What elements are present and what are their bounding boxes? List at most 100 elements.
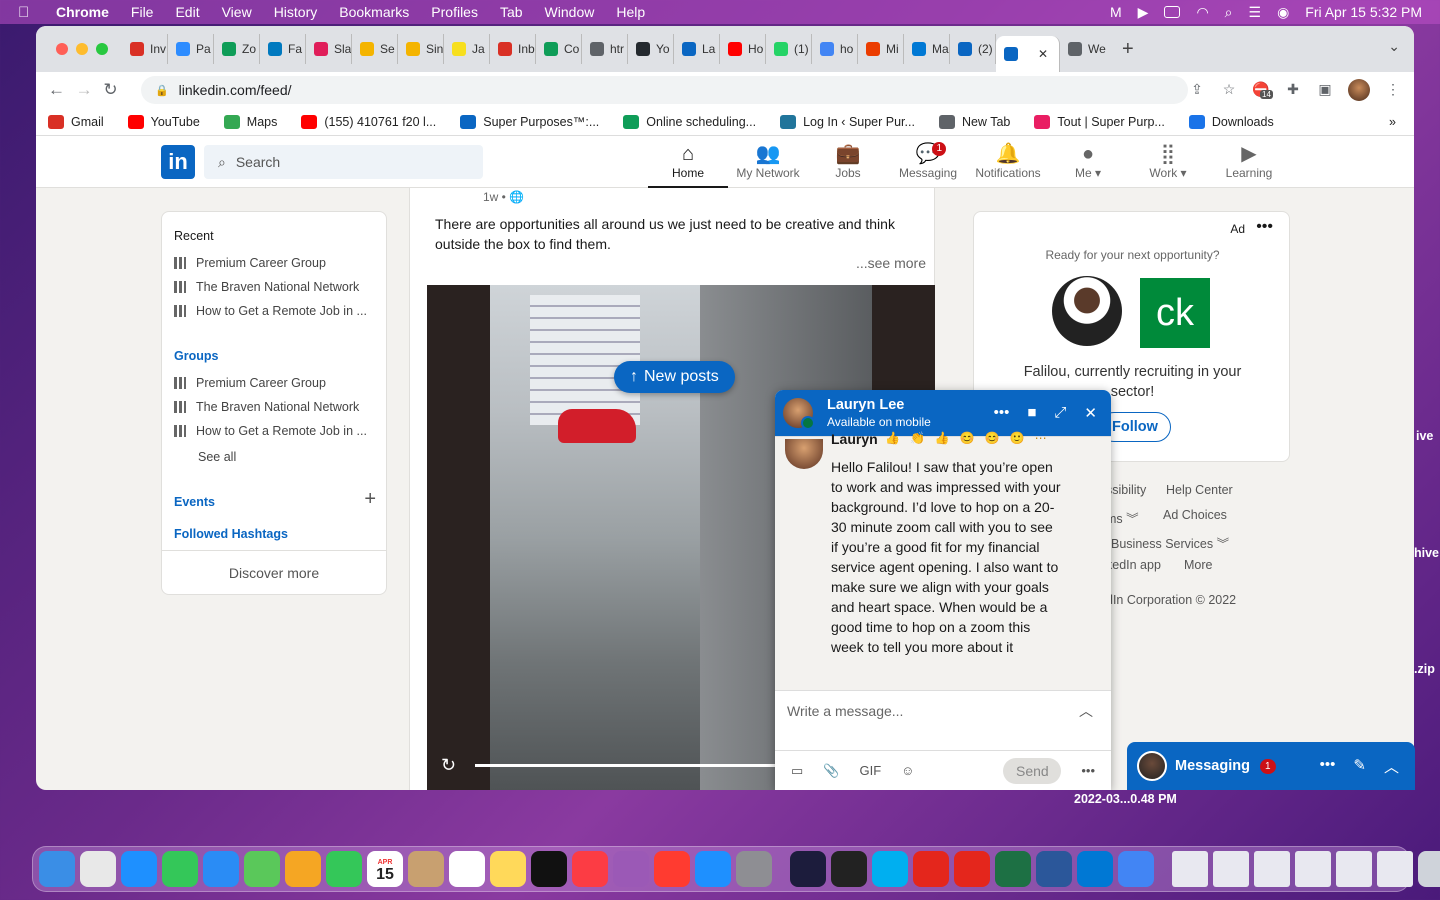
chat-more-icon[interactable]: ••• [994, 404, 1010, 422]
browser-tab[interactable]: Sla [306, 34, 352, 64]
dock-app-reminders-icon[interactable] [449, 851, 485, 887]
footer-linkedin-app[interactable]: kedIn app [1106, 558, 1161, 572]
lock-icon[interactable]: 🔒 [155, 84, 169, 97]
forward-icon[interactable]: → [76, 80, 104, 100]
control-center-icon[interactable]: ☰ [1249, 4, 1262, 21]
close-tab-icon[interactable]: ✕ [1038, 47, 1048, 61]
bookmarks-overflow-icon[interactable]: » [1389, 115, 1396, 129]
menu-history[interactable]: History [274, 4, 318, 20]
video-progress-bar[interactable] [475, 764, 805, 767]
dock-app-podcasts-icon[interactable] [613, 851, 649, 887]
extensions-puzzle-icon[interactable]: ✚ [1284, 81, 1302, 99]
dock-app-appstore-icon[interactable] [695, 851, 731, 887]
share-icon[interactable]: ⇪ [1188, 81, 1206, 99]
bookmark-item[interactable]: (155) 410761 f20 l... [301, 114, 436, 129]
group-item[interactable]: The Braven National Network [174, 400, 359, 414]
discover-more-button[interactable]: Discover more [162, 550, 386, 594]
close-window-button[interactable] [56, 43, 68, 55]
desktop-file-label[interactable]: hive [1414, 546, 1439, 560]
video-call-icon[interactable]: ■ [1027, 404, 1036, 422]
browser-tab[interactable]: Se [352, 34, 398, 64]
play-icon[interactable]: ▶ [1138, 4, 1149, 21]
dock-more-icon[interactable]: ••• [1320, 756, 1336, 777]
nav-item[interactable]: ⣿ Work ▾ [1128, 142, 1208, 180]
dock-app-acrobat2-icon[interactable] [954, 851, 990, 887]
browser-tab[interactable]: Ja [444, 34, 490, 64]
browser-tab[interactable]: La [674, 34, 720, 64]
profile-avatar[interactable] [1348, 79, 1371, 101]
compose-icon[interactable]: ✎ [1353, 756, 1366, 777]
back-icon[interactable]: ← [48, 80, 76, 100]
dock-app-mail-icon[interactable] [203, 851, 239, 887]
bookmark-item[interactable]: Online scheduling... [623, 114, 756, 129]
browser-tab[interactable]: Ho [720, 34, 766, 64]
nav-item[interactable]: ⌂ Home [648, 142, 728, 188]
reaction-emoji-icons[interactable]: 👍👏👍😊😊🙂⋯ [885, 431, 1057, 445]
browser-tab[interactable]: Zo [214, 34, 260, 64]
new-tab-button[interactable]: + [1122, 38, 1134, 61]
maximize-window-button[interactable] [96, 43, 108, 55]
group-item[interactable]: How to Get a Remote Job in ... [174, 424, 367, 438]
browser-tab[interactable]: Ma [904, 34, 950, 64]
url-text[interactable]: linkedin.com/feed/ [179, 82, 292, 98]
followed-hashtags-link[interactable]: Followed Hashtags [174, 527, 288, 541]
dock-app-photos-icon[interactable] [285, 851, 321, 887]
messaging-dock[interactable]: Messaging 1 ••• ✎ ︿ [1127, 742, 1415, 790]
battery-icon[interactable] [1164, 6, 1181, 18]
linkedin-logo[interactable]: in [161, 145, 195, 179]
wifi-icon[interactable]: ◠ [1196, 4, 1208, 21]
menu-tab[interactable]: Tab [500, 4, 523, 20]
dock-app-contacts-icon[interactable] [408, 851, 444, 887]
bookmark-star-icon[interactable]: ☆ [1220, 81, 1238, 99]
replay-icon[interactable]: ↻ [441, 755, 456, 776]
nav-item[interactable]: 👥 My Network [728, 142, 808, 180]
bookmark-item[interactable]: Tout | Super Purp... [1034, 114, 1165, 129]
send-button[interactable]: Send [1003, 757, 1062, 784]
browser-tab[interactable]: (1) [766, 34, 812, 64]
menu-view[interactable]: View [222, 4, 252, 20]
active-browser-tab[interactable]: ✕ [996, 36, 1060, 72]
menu-bookmarks[interactable]: Bookmarks [339, 4, 409, 20]
nav-item[interactable]: 💼 Jobs [808, 142, 888, 180]
dock-app-safari-icon[interactable] [121, 851, 157, 887]
footer-accessibility[interactable]: ssibility [1106, 483, 1146, 497]
dock-trash-icon[interactable] [1418, 851, 1440, 887]
status-m-icon[interactable]: M [1110, 4, 1122, 20]
dock-app-vscode-icon[interactable] [1077, 851, 1113, 887]
events-link[interactable]: Events [174, 495, 215, 509]
reload-icon[interactable]: ↻ [103, 80, 131, 100]
browser-tab[interactable]: Pa [168, 34, 214, 64]
menu-edit[interactable]: Edit [175, 4, 199, 20]
browser-tab[interactable]: Inv [122, 34, 168, 64]
footer-help-center[interactable]: Help Center [1166, 483, 1233, 497]
dock-app-settings-icon[interactable] [736, 851, 772, 887]
dock-app-calendar-icon[interactable]: APR 15 [367, 851, 403, 887]
browser-tab[interactable]: Mi [858, 34, 904, 64]
spotlight-search-icon[interactable]: ⌕ [1225, 4, 1233, 21]
dock-minimized-window-thumbnail[interactable] [1172, 851, 1208, 887]
menu-profiles[interactable]: Profiles [431, 4, 478, 20]
siri-icon[interactable]: ◉ [1277, 4, 1289, 21]
see-more-link[interactable]: ...see more [856, 255, 926, 271]
dock-app-launchpad-icon[interactable] [80, 851, 116, 887]
see-all-link[interactable]: See all [198, 450, 236, 464]
footer-ad-choices[interactable]: Ad Choices [1163, 508, 1227, 522]
sidepanel-icon[interactable]: ▣ [1316, 81, 1334, 99]
bookmark-item[interactable]: Gmail [48, 114, 104, 129]
dock-app-chrome-icon[interactable] [1118, 851, 1154, 887]
menu-app-name[interactable]: Chrome [56, 4, 109, 20]
close-icon[interactable]: ✕ [1084, 404, 1097, 422]
browser-tab[interactable]: htr [582, 34, 628, 64]
dock-app-maps-icon[interactable] [244, 851, 280, 887]
dock-app-terminal-icon[interactable] [831, 851, 867, 887]
expand-input-chevron-icon[interactable]: ︿ [1079, 701, 1093, 721]
dock-app-facetime-icon[interactable] [326, 851, 362, 887]
bookmark-item[interactable]: Maps [223, 114, 277, 129]
chevron-up-icon[interactable]: ︿ [1384, 756, 1399, 777]
dock-minimized-window-thumbnail[interactable] [1295, 851, 1331, 887]
desktop-file-label[interactable]: 2022-03...0.48 PM [1074, 792, 1177, 806]
image-icon[interactable]: ▭ [791, 763, 803, 779]
add-event-plus-icon[interactable]: + [364, 488, 376, 511]
browser-tab[interactable]: Co [536, 34, 582, 64]
browser-tab[interactable]: Fa [260, 34, 306, 64]
